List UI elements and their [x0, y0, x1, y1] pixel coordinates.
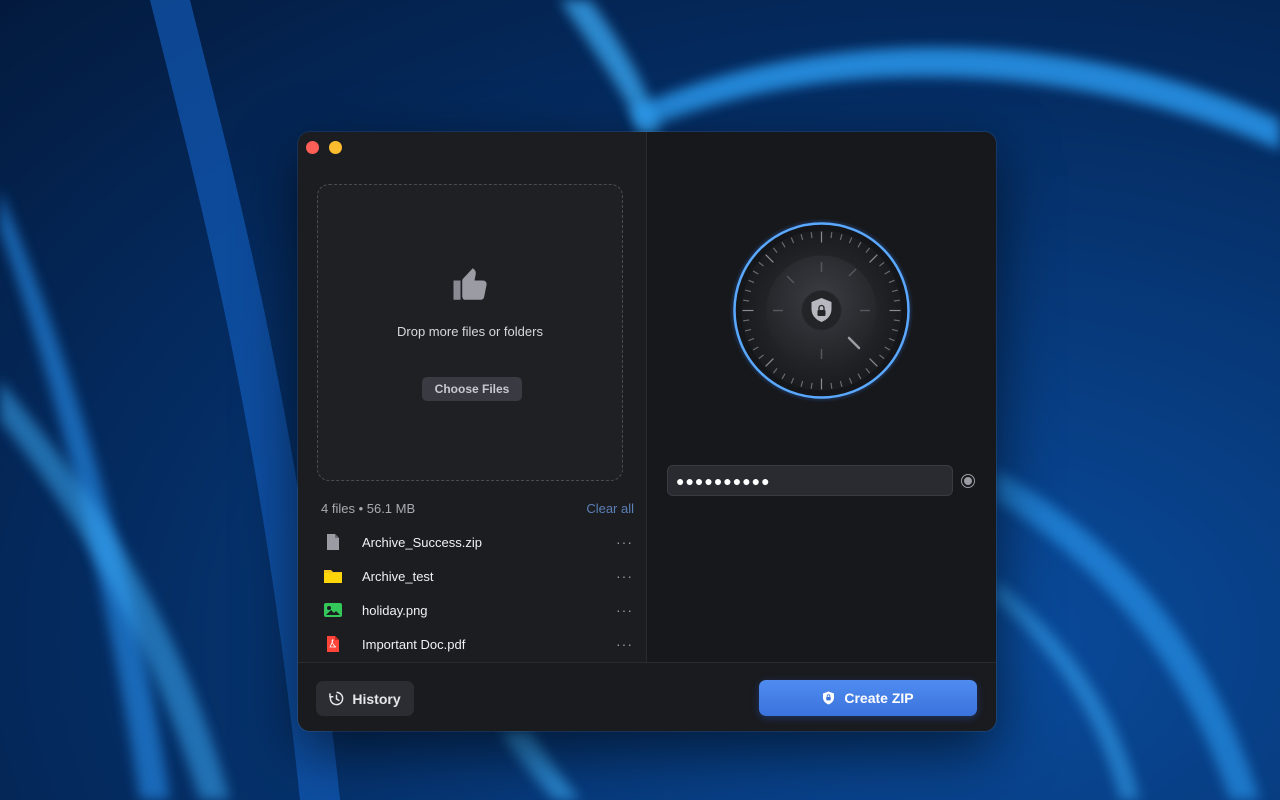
minimize-window-button[interactable] [329, 141, 342, 154]
pdf-icon [327, 636, 339, 652]
window-controls [306, 141, 342, 154]
dial-tick [743, 319, 750, 322]
files-pane: Drop more files or folders Choose Files … [298, 132, 647, 662]
more-options-button[interactable]: ··· [616, 568, 633, 584]
dial-tick [743, 299, 750, 302]
lock-dial[interactable] [729, 218, 914, 403]
image-icon [324, 603, 342, 617]
file-name: holiday.png [362, 602, 428, 618]
file-name: Archive_Success.zip [362, 534, 482, 550]
dial-tick [893, 319, 900, 322]
file-list: Archive_Success.zip ··· Archive_test ···… [298, 525, 646, 661]
file-row[interactable]: Archive_Success.zip ··· [298, 525, 646, 559]
file-name: Important Doc.pdf [362, 636, 466, 652]
create-zip-label: Create ZIP [844, 690, 914, 706]
files-summary: 4 files • 56.1 MB [321, 501, 416, 516]
dial-tick [830, 232, 833, 239]
clear-all-button[interactable]: Clear all [586, 501, 634, 516]
history-label: History [352, 690, 401, 707]
close-window-button[interactable] [306, 141, 319, 154]
app-window: Drop more files or folders Choose Files … [298, 132, 996, 731]
drop-zone[interactable]: Drop more files or folders Choose Files [317, 184, 623, 481]
footer-bar: History Create ZIP [298, 662, 996, 731]
password-input[interactable]: ●●●●●●●●●● [667, 465, 953, 496]
document-icon [327, 534, 339, 550]
more-options-button[interactable]: ··· [616, 534, 633, 550]
clock-history-icon [329, 691, 344, 706]
file-row[interactable]: Archive_test ··· [298, 559, 646, 593]
dial-tick [830, 382, 833, 389]
create-zip-button[interactable]: Create ZIP [759, 680, 977, 716]
file-name: Archive_test [362, 568, 434, 584]
dial-tick [810, 382, 813, 389]
more-options-button[interactable]: ··· [616, 636, 633, 652]
dial-tick [810, 232, 813, 239]
radio-dot-icon [964, 477, 972, 485]
history-button[interactable]: History [316, 681, 414, 716]
dial-tick [893, 299, 900, 302]
folder-icon [324, 570, 342, 583]
drop-message: Drop more files or folders [397, 324, 543, 339]
choose-files-button[interactable]: Choose Files [422, 377, 522, 401]
encryption-pane: ●●●●●●●●●● [647, 132, 996, 662]
file-row[interactable]: Important Doc.pdf ··· [298, 627, 646, 661]
thumbs-up-icon [453, 268, 487, 300]
more-options-button[interactable]: ··· [616, 602, 633, 618]
show-password-toggle[interactable] [961, 474, 975, 488]
shield-lock-icon [823, 691, 835, 705]
file-row[interactable]: holiday.png ··· [298, 593, 646, 627]
